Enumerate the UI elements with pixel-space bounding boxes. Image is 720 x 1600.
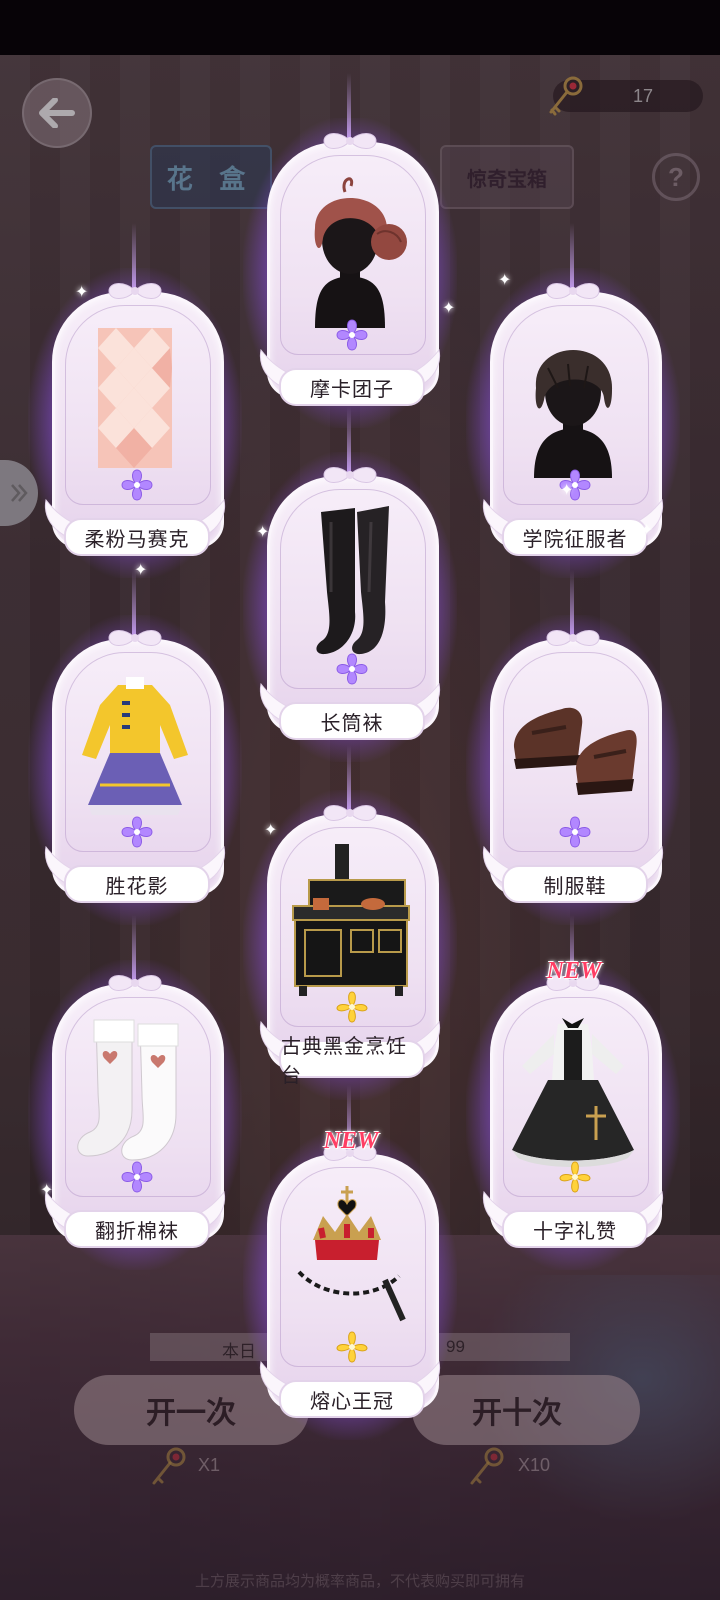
sparkle-icon: ✦: [560, 482, 574, 499]
stockings-icon: [285, 502, 415, 662]
reward-name: 胜花影: [64, 865, 210, 903]
reward-name: 古典黑金烹饪台: [279, 1036, 425, 1087]
sparkle-icon: ✦: [498, 272, 512, 289]
sparkle-icon: ✦: [256, 524, 270, 541]
reward-card[interactable]: 古典黑金烹饪台: [243, 745, 457, 1100]
reward-name: 熔心王冠: [279, 1380, 425, 1418]
reward-name: 长筒袜: [279, 702, 425, 740]
reward-card[interactable]: 摩卡团子: [243, 73, 457, 428]
short-hair-icon: [508, 318, 638, 478]
sparkle-icon: ✦: [134, 562, 148, 579]
crown-icon: [285, 1180, 415, 1340]
new-badge: NEW: [546, 958, 602, 984]
stove-icon: [285, 840, 415, 1000]
reward-card[interactable]: 胜花影: [28, 570, 242, 925]
gothic-dress-icon: [508, 1010, 638, 1170]
sparkle-icon: ✦: [40, 1182, 54, 1199]
new-badge: NEW: [323, 1128, 379, 1154]
reward-card[interactable]: 学院征服者: [466, 223, 680, 578]
bow-ornament-icon: [105, 972, 165, 994]
sparkle-icon: ✦: [75, 284, 89, 301]
reward-name: 翻折棉袜: [64, 1210, 210, 1248]
reward-card[interactable]: 十字礼赞 NEW: [466, 915, 680, 1270]
bow-ornament-icon: [320, 802, 380, 824]
bow-ornament-icon: [320, 130, 380, 152]
reward-name: 柔粉马赛克: [64, 518, 210, 556]
sparkle-icon: ✦: [620, 1220, 634, 1237]
reward-card[interactable]: 长筒袜: [243, 407, 457, 762]
reward-name: 制服鞋: [502, 865, 648, 903]
reward-card[interactable]: 柔粉马赛克: [28, 223, 242, 578]
bow-ornament-icon: [320, 464, 380, 486]
hair-bun-icon: [285, 168, 415, 328]
bow-ornament-icon: [543, 280, 603, 302]
reward-name: 学院征服者: [502, 518, 648, 556]
reward-card[interactable]: 制服鞋: [466, 570, 680, 925]
yellow-dress-icon: [70, 665, 200, 825]
sparkle-icon: ✦: [442, 300, 456, 317]
sparkle-icon: ✦: [264, 822, 278, 839]
bow-ornament-icon: [105, 280, 165, 302]
bow-ornament-icon: [543, 627, 603, 649]
reward-card[interactable]: 翻折棉袜: [28, 915, 242, 1270]
pink-mosaic-backdrop-icon: [70, 318, 200, 478]
bow-ornament-icon: [105, 627, 165, 649]
loafers-icon: [508, 665, 638, 825]
reward-name: 摩卡团子: [279, 368, 425, 406]
reward-card[interactable]: 熔心王冠 NEW: [243, 1085, 457, 1440]
sparkle-icon: ✦: [640, 522, 654, 539]
socks-icon: [70, 1010, 200, 1170]
